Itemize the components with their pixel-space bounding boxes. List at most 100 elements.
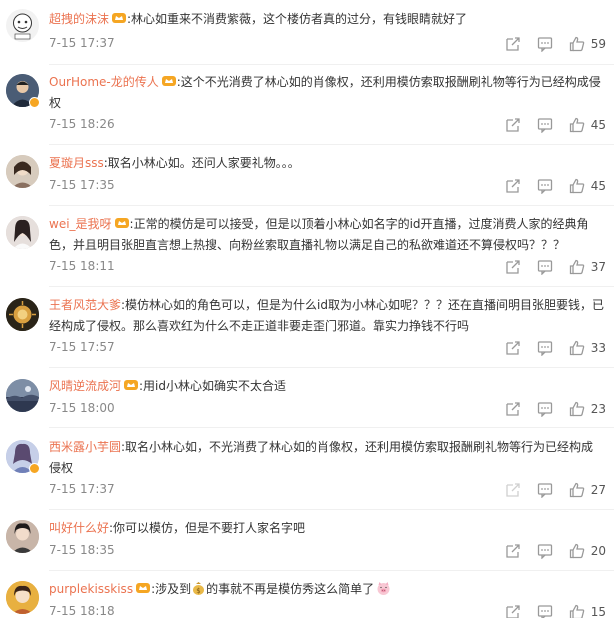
like-count: 59 bbox=[590, 37, 606, 51]
divider bbox=[49, 570, 614, 571]
svg-text:$: $ bbox=[196, 587, 200, 595]
comment-text: :取名小林心如，不光消费了林心如的肖像权，还利用模仿索取报酬刷礼物等行为已经构成… bbox=[49, 440, 594, 475]
comment-body: 超拽的沫沫 :林心如重来不消费紫薇，这个楼仿者真的过分，有钱眼睛就好了 bbox=[49, 9, 605, 30]
like-count: 20 bbox=[590, 544, 606, 558]
comment-text: :模仿林心如的角色可以，但是为什么id取为小林心如呢？？？还在直播间明目张胆要钱… bbox=[49, 298, 605, 333]
member-crown-icon bbox=[136, 582, 151, 594]
comment-icon[interactable] bbox=[537, 543, 553, 559]
comment-time: 7-15 17:35 bbox=[49, 178, 115, 192]
verified-badge-icon bbox=[29, 97, 40, 108]
comment-actions: 59 bbox=[505, 35, 606, 53]
thumbs-up-icon[interactable] bbox=[569, 604, 585, 618]
comment-icon[interactable] bbox=[537, 340, 553, 356]
divider bbox=[49, 427, 614, 428]
comment-time: 7-15 17:37 bbox=[49, 482, 115, 496]
member-crown-icon bbox=[161, 75, 176, 87]
share-icon[interactable] bbox=[505, 178, 521, 194]
comment-body: 风晴逆流成河 :用id小林心如确实不太合适 bbox=[49, 376, 605, 397]
like-count: 23 bbox=[590, 402, 606, 416]
comment-body: 夏璇月sss:取名小林心如。还问人家要礼物。。。 bbox=[49, 153, 605, 174]
comment-icon[interactable] bbox=[537, 401, 553, 417]
comment-actions: 45 bbox=[505, 177, 606, 195]
username-link[interactable]: 风晴逆流成河 bbox=[49, 379, 121, 393]
username-link[interactable]: OurHome-龙的传人 bbox=[49, 75, 159, 89]
avatar[interactable] bbox=[6, 379, 39, 412]
comment-icon[interactable] bbox=[537, 482, 553, 498]
thumbs-up-icon[interactable] bbox=[569, 117, 585, 133]
username-link[interactable]: 叫好什么好 bbox=[49, 521, 109, 535]
comment-icon[interactable] bbox=[537, 117, 553, 133]
share-icon[interactable] bbox=[505, 543, 521, 559]
comment-actions: 37 bbox=[505, 258, 606, 276]
pig-face-icon bbox=[376, 581, 391, 596]
thumbs-up-icon[interactable] bbox=[569, 178, 585, 194]
username-link[interactable]: wei_是我呀 bbox=[49, 217, 112, 231]
avatar[interactable] bbox=[6, 581, 39, 614]
comment-time: 7-15 18:26 bbox=[49, 117, 115, 131]
avatar[interactable] bbox=[6, 9, 39, 42]
share-icon[interactable] bbox=[505, 482, 521, 498]
comment-icon[interactable] bbox=[537, 259, 553, 275]
avatar[interactable] bbox=[6, 155, 39, 188]
member-crown-icon bbox=[124, 379, 139, 391]
comment-text: :林心如重来不消费紫薇，这个楼仿者真的过分，有钱眼睛就好了 bbox=[127, 12, 468, 26]
avatar[interactable] bbox=[6, 298, 39, 331]
thumbs-up-icon[interactable] bbox=[569, 401, 585, 417]
like-count: 45 bbox=[590, 179, 606, 193]
like-count: 33 bbox=[590, 341, 606, 355]
username-link[interactable]: 王者风范大爹 bbox=[49, 298, 121, 312]
avatar[interactable] bbox=[6, 216, 39, 249]
member-crown-icon bbox=[112, 12, 127, 24]
comment-body: 叫好什么好:你可以模仿，但是不要打人家名字吧 bbox=[49, 518, 605, 539]
share-icon[interactable] bbox=[505, 117, 521, 133]
share-icon[interactable] bbox=[505, 401, 521, 417]
member-crown-icon bbox=[114, 217, 129, 229]
comment-text: :正常的模仿是可以接受，但是以顶着小林心如名字的id开直播，过度消费人家的经典角… bbox=[49, 217, 589, 252]
like-count: 27 bbox=[590, 483, 606, 497]
like-count: 37 bbox=[590, 260, 606, 274]
thumbs-up-icon[interactable] bbox=[569, 259, 585, 275]
comment-icon[interactable] bbox=[537, 178, 553, 194]
comment-text: :用id小林心如确实不太合适 bbox=[139, 379, 287, 393]
thumbs-up-icon[interactable] bbox=[569, 340, 585, 356]
username-link[interactable]: 西米露小芋圆 bbox=[49, 440, 121, 454]
comment-time: 7-15 17:57 bbox=[49, 340, 115, 354]
share-icon[interactable] bbox=[505, 36, 521, 52]
username-link[interactable]: purplekisskiss bbox=[49, 582, 133, 596]
comment-body: OurHome-龙的传人:这个不光消费了林心如的肖像权，还利用模仿索取报酬刷礼物… bbox=[49, 72, 605, 114]
comment-actions: 33 bbox=[505, 339, 606, 357]
like-count: 15 bbox=[590, 605, 606, 618]
comment-actions: 45 bbox=[505, 116, 606, 134]
comment-body: 西米露小芋圆:取名小林心如，不光消费了林心如的肖像权，还利用模仿索取报酬刷礼物等… bbox=[49, 437, 605, 479]
username-link[interactable]: 超拽的沫沫 bbox=[49, 12, 109, 26]
thumbs-up-icon[interactable] bbox=[569, 543, 585, 559]
share-icon[interactable] bbox=[505, 604, 521, 618]
divider bbox=[49, 509, 614, 510]
comment-icon[interactable] bbox=[537, 36, 553, 52]
comment-body: purplekisskiss:涉及到 $ 的事就不再是模仿秀这么简单了 bbox=[49, 579, 605, 600]
comment-time: 7-15 17:37 bbox=[49, 36, 115, 50]
comment-actions: 15 bbox=[505, 603, 606, 618]
comment-body: wei_是我呀:正常的模仿是可以接受，但是以顶着小林心如名字的id开直播，过度消… bbox=[49, 214, 605, 256]
comment-text: :你可以模仿，但是不要打人家名字吧 bbox=[109, 521, 306, 535]
divider bbox=[49, 286, 614, 287]
divider bbox=[49, 367, 614, 368]
thumbs-up-icon[interactable] bbox=[569, 482, 585, 498]
avatar[interactable] bbox=[6, 520, 39, 553]
share-icon[interactable] bbox=[505, 259, 521, 275]
like-count: 45 bbox=[590, 118, 606, 132]
comment-actions: 20 bbox=[505, 542, 606, 560]
username-link[interactable]: 夏璇月sss bbox=[49, 156, 104, 170]
comment-time: 7-15 18:35 bbox=[49, 543, 115, 557]
divider bbox=[49, 64, 614, 65]
comment-text: :涉及到 bbox=[151, 582, 192, 596]
comment-text: :取名小林心如。还问人家要礼物。。。 bbox=[103, 156, 300, 170]
comment-actions: 27 bbox=[505, 481, 606, 499]
verified-badge-icon bbox=[29, 463, 40, 474]
comment-body: 王者风范大爹:模仿林心如的角色可以，但是为什么id取为小林心如呢？？？还在直播间… bbox=[49, 295, 605, 337]
divider bbox=[49, 205, 614, 206]
comment-time: 7-15 18:11 bbox=[49, 259, 115, 273]
share-icon[interactable] bbox=[505, 340, 521, 356]
thumbs-up-icon[interactable] bbox=[569, 36, 585, 52]
comment-icon[interactable] bbox=[537, 604, 553, 618]
